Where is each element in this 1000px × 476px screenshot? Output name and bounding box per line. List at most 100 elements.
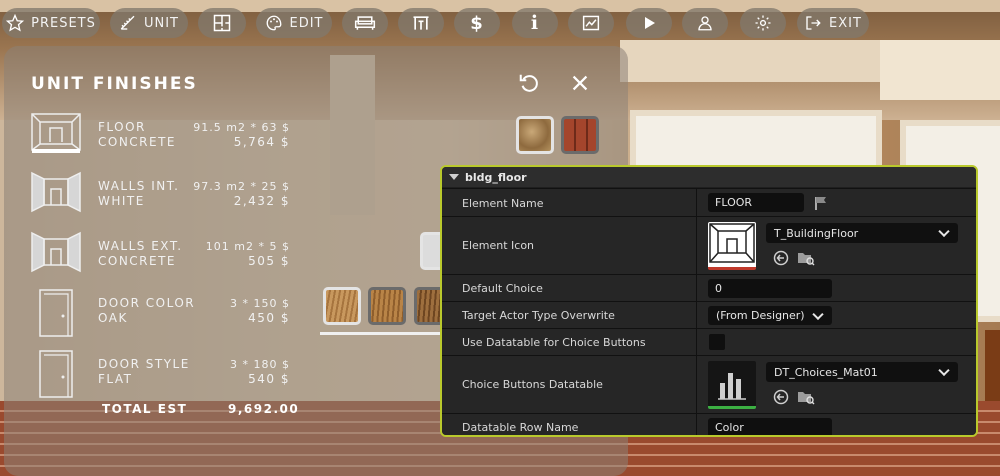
panel-title: UNIT FINISHES <box>31 74 198 94</box>
details-panel: bldg_floor Element Name FLOOR Element Ic… <box>440 165 978 437</box>
door-style-icon <box>30 349 82 398</box>
default-choice-input[interactable]: 0 <box>708 279 832 298</box>
row-element-icon: Element Icon T_BuildingFloor <box>442 216 976 274</box>
reset-button[interactable] <box>518 72 540 94</box>
finish-row-door-color[interactable]: DOOR COLOR OAK 3 * 150 $450 $ <box>30 288 290 346</box>
use-selected-icon[interactable] <box>773 250 789 266</box>
row-datatable-row-name: Datatable Row Name Color <box>442 413 976 435</box>
swatch-wood-oak[interactable] <box>368 287 406 325</box>
default-choice-label: Default Choice <box>462 282 543 295</box>
layout-button[interactable] <box>398 8 444 38</box>
palette-icon <box>265 14 283 32</box>
edit-label: EDIT <box>289 15 324 31</box>
user-icon <box>696 14 714 32</box>
finish-calc: 97.3 m2 * 25 $ <box>193 180 290 193</box>
swatch-concrete[interactable] <box>516 116 554 154</box>
swatch-wood-light[interactable] <box>323 287 361 325</box>
sofa-icon <box>354 14 376 32</box>
finish-row-floor[interactable]: FLOOR CONCRETE 91.5 m2 * 63 $5,764 $ <box>30 112 290 170</box>
row-element-name: Element Name FLOOR <box>442 188 976 216</box>
element-icon-dropdown[interactable]: T_BuildingFloor <box>766 223 958 243</box>
section-header[interactable]: bldg_floor <box>442 167 976 187</box>
total-value: 9,692.00 <box>228 402 300 416</box>
choice-datatable-label: Choice Buttons Datatable <box>462 378 603 391</box>
element-name-input[interactable]: FLOOR <box>708 193 804 212</box>
door-icon <box>30 288 82 337</box>
close-icon <box>569 75 591 98</box>
dollar-icon: $ <box>470 12 484 34</box>
use-datatable-label: Use Datatable for Choice Buttons <box>462 336 646 349</box>
finish-amount: 505 $ <box>248 254 290 268</box>
unit-label: UNIT <box>143 15 179 31</box>
finish-name: DOOR COLOR <box>98 296 196 310</box>
finish-row-walls-int[interactable]: WALLS INT. WHITE 97.3 m2 * 25 $2,432 $ <box>30 171 290 229</box>
finish-row-walls-ext[interactable]: WALLS EXT. CONCRETE 101 m2 * 5 $505 $ <box>30 231 290 289</box>
finish-calc: 3 * 180 $ <box>230 358 290 371</box>
browse-folder-icon[interactable] <box>797 389 815 405</box>
element-name-label: Element Name <box>462 197 544 210</box>
browse-folder-icon[interactable] <box>797 250 815 266</box>
play-button[interactable] <box>626 8 672 38</box>
play-icon <box>641 15 657 31</box>
exterior-walls-icon <box>30 231 82 279</box>
table-icon <box>411 14 431 32</box>
row-default-choice: Default Choice 0 <box>442 274 976 301</box>
section-title: bldg_floor <box>465 170 527 184</box>
exit-icon <box>804 14 822 32</box>
finish-material: FLAT <box>98 372 133 386</box>
finish-material: CONCRETE <box>98 254 177 268</box>
finish-material: WHITE <box>98 194 145 208</box>
edit-button[interactable]: EDIT <box>256 8 332 38</box>
presets-button[interactable]: PRESETS <box>2 8 100 38</box>
collapse-arrow-icon[interactable] <box>449 174 459 180</box>
finish-name: WALLS EXT. <box>98 239 183 253</box>
finish-calc: 3 * 150 $ <box>230 297 290 310</box>
row-target-actor: Target Actor Type Overwrite (From Design… <box>442 301 976 328</box>
ruler-icon <box>119 14 137 32</box>
target-actor-label: Target Actor Type Overwrite <box>462 309 615 322</box>
choice-datatable-value: DT_Choices_Mat01 <box>774 365 878 379</box>
exit-label: EXIT <box>829 15 862 31</box>
price-button[interactable]: $ <box>454 8 500 38</box>
star-icon <box>6 14 25 32</box>
info-button[interactable]: i <box>512 8 558 38</box>
chart-button[interactable] <box>568 8 614 38</box>
floor-icon <box>30 112 82 160</box>
target-actor-value: (From Designer) <box>716 309 805 322</box>
settings-button[interactable] <box>740 8 786 38</box>
finish-row-door-style[interactable]: DOOR STYLE FLAT 3 * 180 $540 $ <box>30 349 290 407</box>
target-actor-dropdown[interactable]: (From Designer) <box>708 306 832 325</box>
finish-amount: 450 $ <box>248 311 290 325</box>
user-button[interactable] <box>682 8 728 38</box>
choice-datatable-dropdown[interactable]: DT_Choices_Mat01 <box>766 362 958 382</box>
chart-icon <box>581 14 601 32</box>
top-toolbar: PRESETS UNIT EDIT $ i EXIT <box>0 8 1000 40</box>
finish-amount: 5,764 $ <box>233 135 290 149</box>
exit-button[interactable]: EXIT <box>797 8 869 38</box>
finish-name: DOOR STYLE <box>98 357 190 371</box>
close-button[interactable] <box>569 72 591 94</box>
unit-button[interactable]: UNIT <box>110 8 188 38</box>
row-name-input[interactable]: Color <box>708 418 832 435</box>
element-icon-value: T_BuildingFloor <box>774 226 859 240</box>
floor-thumbnail-icon[interactable] <box>708 222 756 270</box>
finish-name: FLOOR <box>98 120 146 134</box>
flag-icon[interactable] <box>813 195 829 211</box>
floorplan-button[interactable] <box>198 8 246 38</box>
use-datatable-checkbox[interactable] <box>709 334 725 350</box>
finish-amount: 540 $ <box>248 372 290 386</box>
finish-name: WALLS INT. <box>98 179 180 193</box>
swatch-brick[interactable] <box>561 116 599 154</box>
total-label: TOTAL EST <box>102 402 188 416</box>
furniture-button[interactable] <box>342 8 388 38</box>
presets-label: PRESETS <box>31 15 96 31</box>
finish-amount: 2,432 $ <box>233 194 290 208</box>
floorplan-icon <box>212 13 232 33</box>
element-icon-label: Element Icon <box>462 239 535 252</box>
use-selected-icon[interactable] <box>773 389 789 405</box>
datatable-thumbnail-icon[interactable] <box>708 361 756 409</box>
divider-line <box>320 332 440 335</box>
finish-calc: 91.5 m2 * 63 $ <box>193 121 290 134</box>
finish-material: OAK <box>98 311 128 325</box>
info-icon: i <box>530 12 540 34</box>
